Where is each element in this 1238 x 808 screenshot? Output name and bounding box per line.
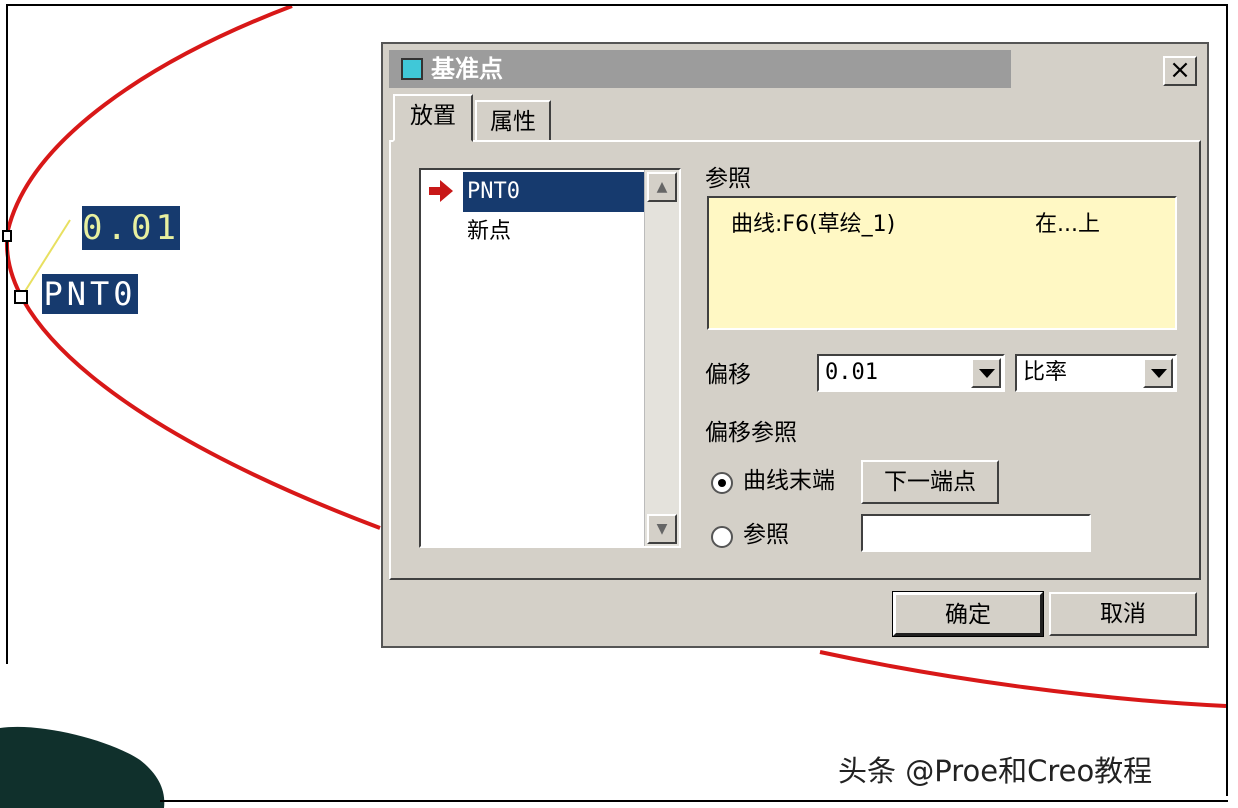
- viewport-border-left: [6, 4, 8, 664]
- offset-label: 偏移: [705, 362, 751, 388]
- tab-properties[interactable]: 属性: [475, 100, 551, 142]
- viewport-border-bottom: [160, 800, 1228, 802]
- list-item-pnt0[interactable]: PNT0: [463, 172, 649, 212]
- close-button[interactable]: ×: [1163, 56, 1197, 86]
- sketch-curve[interactable]: [4, 4, 381, 530]
- sketch-curve-lower[interactable]: [819, 650, 1227, 708]
- curve-end-radio[interactable]: [711, 472, 733, 494]
- viewport-border-right: [1226, 6, 1228, 796]
- offset-value-combo[interactable]: 0.01: [817, 354, 1005, 392]
- dimension-value-label[interactable]: 0.01: [82, 206, 180, 250]
- reference-radio-label[interactable]: 参照: [743, 520, 789, 550]
- curve-end-label[interactable]: 曲线末端: [743, 466, 835, 496]
- dropdown-arrow-icon[interactable]: [971, 358, 1001, 388]
- references-label: 参照: [705, 166, 751, 192]
- scroll-down-arrow-icon[interactable]: ▼: [647, 514, 677, 544]
- dialog-titlebar[interactable]: 基准点: [389, 50, 1011, 88]
- datum-point-icon: [401, 58, 423, 80]
- reference-radio[interactable]: [711, 526, 733, 548]
- dialog-title: 基准点: [431, 55, 503, 83]
- offset-reference-label: 偏移参照: [705, 420, 797, 446]
- datum-point-dialog: 基准点 × 放置 属性 PNT0 新点 ▲ ▼ 参照 曲线:F6(草绘_1) 在…: [381, 42, 1209, 648]
- ok-button[interactable]: 确定: [892, 591, 1044, 637]
- dark-corner-shape: [0, 726, 165, 808]
- reference-entity[interactable]: 曲线:F6(草绘_1): [731, 206, 895, 238]
- curve-endpoint-marker: [2, 230, 12, 242]
- datum-point-marker[interactable]: [14, 290, 28, 304]
- viewport-border-top: [8, 4, 1228, 6]
- reference-constraint-type[interactable]: 在...上: [1035, 206, 1100, 238]
- point-list[interactable]: PNT0 新点 ▲ ▼: [419, 168, 681, 548]
- scroll-up-arrow-icon[interactable]: ▲: [647, 172, 677, 202]
- offset-value[interactable]: 0.01: [825, 360, 878, 385]
- datum-point-label[interactable]: PNT0: [42, 274, 138, 314]
- red-arrow-icon: [429, 180, 453, 202]
- next-endpoint-button[interactable]: 下一端点: [861, 460, 999, 504]
- tab-placement[interactable]: 放置: [393, 94, 473, 142]
- placement-panel: PNT0 新点 ▲ ▼ 参照 曲线:F6(草绘_1) 在...上 偏移 0.01…: [389, 140, 1201, 580]
- offset-mode-value[interactable]: 比率: [1023, 360, 1067, 385]
- list-scrollbar[interactable]: ▲ ▼: [644, 170, 679, 546]
- offset-reference-input[interactable]: [861, 514, 1091, 552]
- cancel-button[interactable]: 取消: [1049, 592, 1197, 636]
- list-item-new-point[interactable]: 新点: [463, 212, 649, 252]
- watermark-text: 头条 @Proe和Creo教程: [838, 754, 1153, 788]
- references-collector[interactable]: 曲线:F6(草绘_1) 在...上: [707, 196, 1177, 330]
- offset-mode-select[interactable]: 比率: [1015, 354, 1177, 392]
- dropdown-arrow-icon[interactable]: [1143, 358, 1173, 388]
